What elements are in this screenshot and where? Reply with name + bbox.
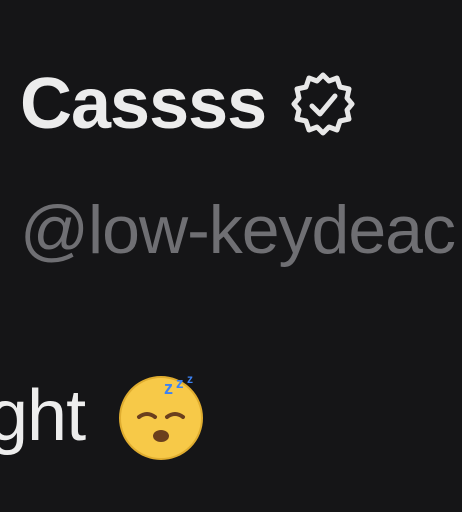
profile-card: Cassss @low-keydeac ght z z z — [0, 0, 462, 512]
svg-text:z: z — [176, 375, 184, 392]
sleeping-face-emoji: z z z — [115, 370, 207, 462]
svg-text:z: z — [164, 378, 173, 398]
profile-name-row: Cassss — [20, 62, 358, 146]
profile-handle[interactable]: @low-keydeac — [20, 186, 456, 274]
post-text-fragment: ght — [0, 376, 86, 456]
post-content-row: ght z z z — [0, 370, 207, 462]
display-name[interactable]: Cassss — [20, 62, 267, 146]
svg-text:z: z — [187, 372, 193, 386]
verified-badge-icon — [288, 69, 358, 139]
